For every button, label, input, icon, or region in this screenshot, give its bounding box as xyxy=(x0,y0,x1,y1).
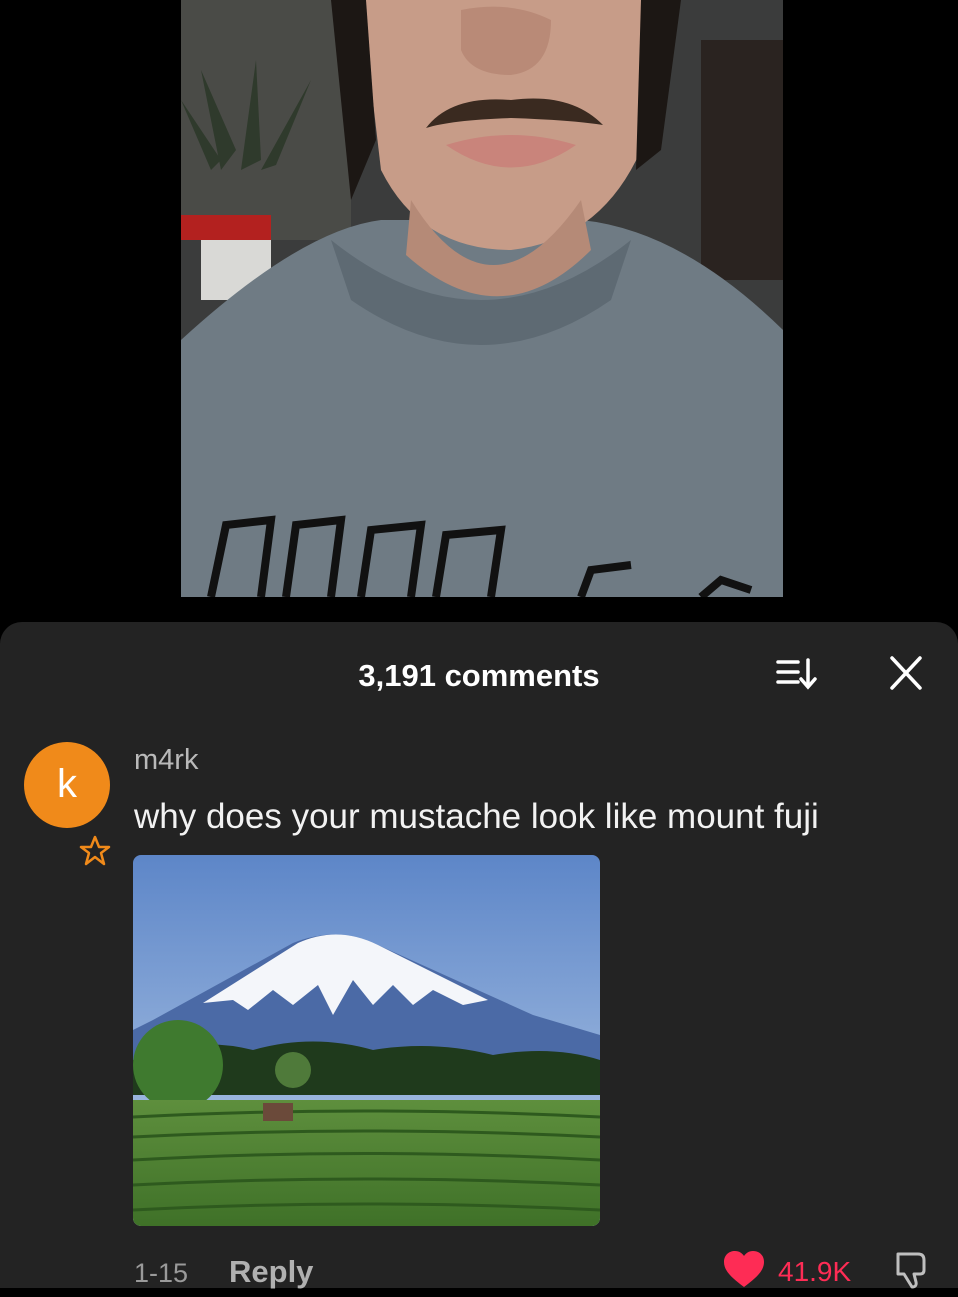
heart-icon xyxy=(724,1251,764,1287)
reply-button[interactable]: Reply xyxy=(229,1254,313,1290)
comment-item: k m4rk why does your mustache look like … xyxy=(0,722,958,1290)
dislike-icon[interactable] xyxy=(888,1248,932,1292)
like-button[interactable]: 41.9K xyxy=(722,1250,852,1290)
close-icon[interactable] xyxy=(884,654,928,694)
sort-icon[interactable] xyxy=(776,656,820,692)
avatar[interactable]: k xyxy=(24,742,110,828)
comment-image-mount-fuji[interactable] xyxy=(133,855,600,1226)
comment-username[interactable]: m4rk xyxy=(134,744,198,777)
comments-sheet: 3,191 comments k m4rk why does your must… xyxy=(0,622,958,1290)
comment-text: why does your mustache look like mount f… xyxy=(134,797,819,836)
like-count: 41.9K xyxy=(778,1256,852,1287)
comment-date: 1-15 xyxy=(134,1258,189,1288)
video-preview[interactable] xyxy=(181,0,783,597)
comments-header: 3,191 comments xyxy=(0,652,958,696)
star-icon xyxy=(78,834,112,868)
